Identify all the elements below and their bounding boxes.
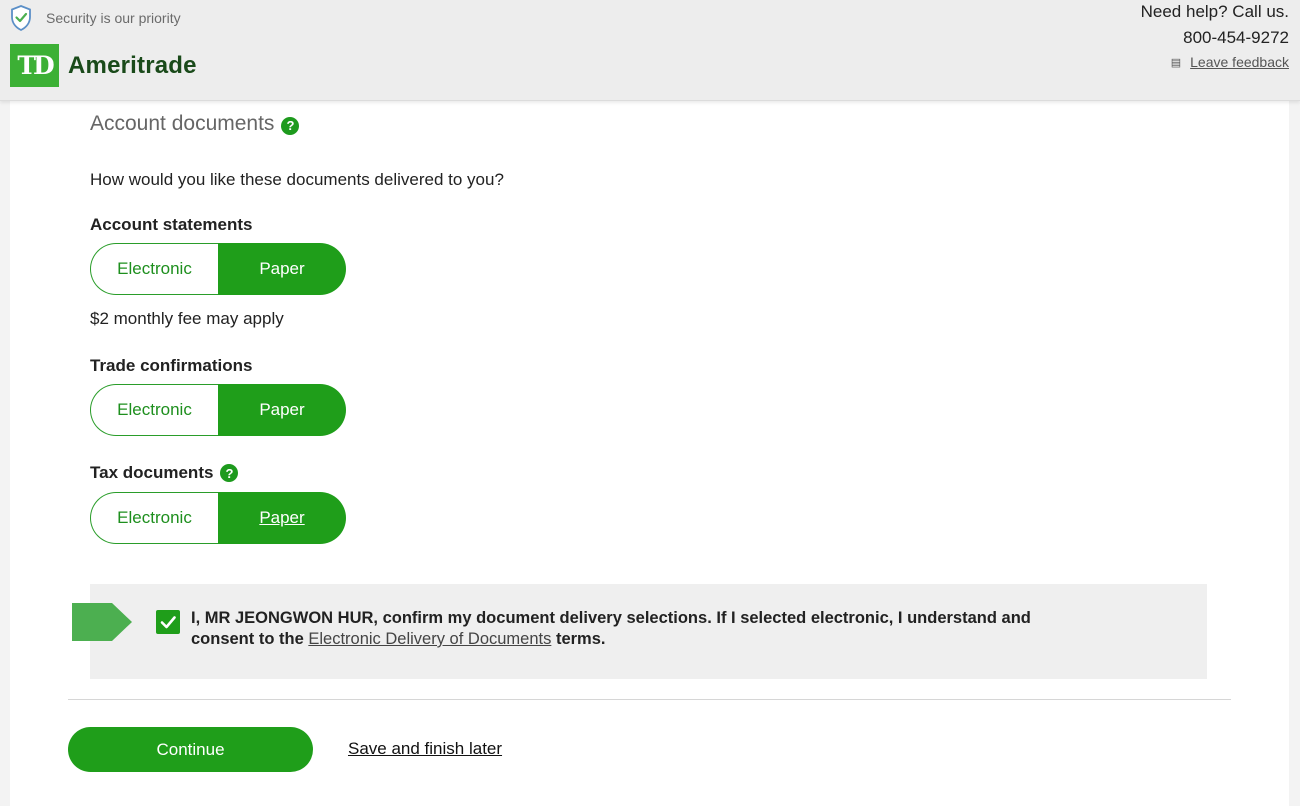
trade-confirmations-paper-button[interactable]: Paper: [218, 384, 346, 436]
option-label: Paper: [259, 508, 305, 527]
td-logo-mark: TD: [10, 44, 59, 87]
account-statements-paper-button[interactable]: Paper: [218, 243, 346, 295]
help-question-icon[interactable]: ?: [220, 464, 239, 482]
tax-documents-paper-button[interactable]: Paper: [218, 492, 346, 544]
help-question-icon[interactable]: ?: [281, 116, 300, 135]
delivery-question: How would you like these documents deliv…: [90, 170, 504, 189]
security-text: Security is our priority: [46, 10, 181, 26]
option-label: Electronic: [117, 508, 192, 527]
confirmation-panel: I, MR JEONGWON HUR, confirm my document …: [72, 584, 1207, 679]
shield-icon: [11, 5, 31, 31]
fee-note: $2 monthly fee may apply: [90, 309, 284, 328]
tax-documents-electronic-button[interactable]: Electronic: [90, 492, 218, 544]
trade-confirmations-electronic-button[interactable]: Electronic: [90, 384, 218, 436]
checkmark-icon: [160, 616, 176, 629]
option-label: Electronic: [117, 259, 192, 278]
option-label: Paper: [259, 400, 305, 419]
section-title: Account documents ?: [90, 112, 300, 136]
section-title-text: Account documents: [90, 112, 275, 135]
trade-confirmations-label: Trade confirmations: [90, 356, 252, 376]
option-label: Paper: [259, 259, 305, 278]
page-header: Security is our priority TD Ameritrade N…: [0, 0, 1300, 101]
leave-feedback-link[interactable]: Leave feedback: [1190, 54, 1289, 70]
account-statements-label-text: Account statements: [90, 215, 253, 234]
td-ameritrade-logo[interactable]: TD Ameritrade: [10, 44, 197, 87]
tax-documents-label: Tax documents ?: [90, 463, 239, 483]
continue-button[interactable]: Continue: [68, 727, 313, 772]
help-phone[interactable]: 800-454-9272: [1141, 28, 1289, 48]
feedback-icon: ▤: [1170, 56, 1182, 69]
brand-name: Ameritrade: [68, 51, 197, 79]
tax-documents-toggle[interactable]: Electronic Paper: [90, 492, 346, 544]
account-statements-label: Account statements: [90, 215, 252, 235]
confirm-checkbox[interactable]: [156, 610, 180, 634]
account-documents-card: Account documents ? How would you like t…: [10, 101, 1289, 806]
leave-feedback[interactable]: ▤ Leave feedback: [1141, 54, 1289, 70]
divider: [68, 699, 1231, 700]
help-panel: Need help? Call us. 800-454-9272 ▤ Leave…: [1141, 2, 1289, 70]
confirm-text-after: terms.: [551, 630, 606, 648]
help-text: Need help? Call us.: [1140, 2, 1289, 21]
confirmation-text: I, MR JEONGWON HUR, confirm my document …: [191, 608, 1091, 650]
arrow-right-icon: [72, 603, 132, 641]
trade-confirmations-toggle[interactable]: Electronic Paper: [90, 384, 346, 436]
security-notice: Security is our priority: [10, 5, 181, 31]
save-and-finish-later-link[interactable]: Save and finish later: [348, 739, 502, 759]
tax-documents-label-text: Tax documents: [90, 463, 214, 482]
account-statements-electronic-button[interactable]: Electronic: [90, 243, 218, 295]
electronic-delivery-link[interactable]: Electronic Delivery of Documents: [308, 630, 551, 648]
trade-confirmations-label-text: Trade confirmations: [90, 356, 253, 375]
account-statements-toggle[interactable]: Electronic Paper: [90, 243, 346, 295]
option-label: Electronic: [117, 400, 192, 419]
